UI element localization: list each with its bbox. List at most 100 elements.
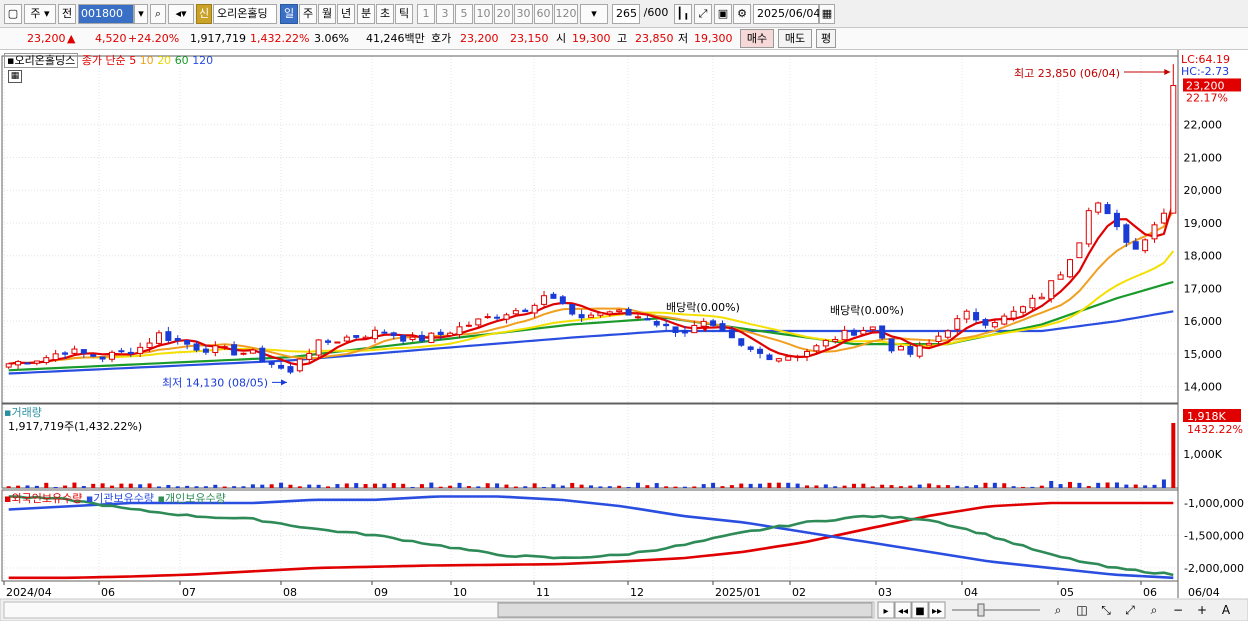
candle-body (1066, 259, 1073, 278)
volume-bar (419, 484, 424, 488)
candle-body (306, 352, 313, 360)
hc-label: HC:-2.73 (1181, 65, 1229, 78)
volume-bar (542, 486, 547, 488)
search-icon[interactable]: ⌕ (150, 4, 166, 24)
tab-tick[interactable]: 틱 (395, 4, 413, 24)
volume-bar (992, 482, 997, 488)
date-input[interactable]: 2025/06/04 (753, 4, 820, 24)
minute-1[interactable]: 1 (417, 4, 435, 24)
custom-minute-select[interactable]: ▾ (580, 4, 608, 24)
trade-amount: 41,246백만 (366, 32, 425, 45)
candle-body (1020, 306, 1027, 313)
candle-body (832, 339, 839, 342)
candle-body (804, 351, 811, 357)
volume-bar (504, 484, 509, 488)
ma5-label[interactable]: 5 (129, 54, 136, 67)
gear-icon[interactable]: ⚙ (733, 4, 751, 24)
volume-bar (44, 482, 49, 488)
price-legend: ▪오리온홀딩스 종가 단순 5 10 20 60 120 (4, 52, 213, 68)
volume-bar (945, 485, 950, 488)
candle-body (268, 361, 275, 365)
volume-bar (241, 486, 246, 488)
bottom-toolbar: ▸ ◂◂ ■ ▸▸ ⌕ ◫ ⤡ ⤢ ⌕ − + A (0, 598, 1248, 621)
individual-legend[interactable]: ▪개인보유수량 (158, 492, 226, 505)
date-tick-label: 06 (101, 586, 115, 599)
candle-body (1048, 280, 1055, 300)
chart-svg[interactable]: 2024/04 06 07 08 09 10 11 12 2025/01 02 03 04 05 06 06… (0, 50, 1248, 621)
sound-icon[interactable]: ◂▾ (168, 4, 194, 24)
minute-5[interactable]: 5 (455, 4, 473, 24)
price-tick-label: 16,000 (1184, 315, 1223, 328)
price-tick-label: 17,000 (1184, 282, 1223, 295)
volume-bar (222, 486, 227, 488)
minute-60[interactable]: 60 (534, 4, 553, 24)
candle-body (1010, 310, 1017, 319)
foreign-legend[interactable]: ▪외국인보유수량 (4, 492, 82, 505)
tab-weekly[interactable]: 주 (299, 4, 317, 24)
evaluate-button[interactable]: 평 (816, 29, 836, 48)
zoom-icon[interactable]: ⤢ (694, 4, 712, 24)
ma60-label[interactable]: 60 (175, 54, 189, 67)
buy-button[interactable]: 매수 (740, 29, 774, 48)
code-dropdown-icon[interactable]: ▾ (134, 4, 148, 24)
tab-second[interactable]: 초 (376, 4, 394, 24)
candle-body (653, 321, 660, 326)
save-icon[interactable]: ▣ (714, 4, 732, 24)
volume-bar (438, 486, 443, 488)
volume-bar (645, 485, 650, 488)
volume-bar (485, 483, 490, 488)
candle-body (62, 352, 69, 355)
market-select[interactable]: 주 ▾ (24, 4, 56, 24)
ma-label[interactable]: 종가 단순 (82, 54, 126, 67)
volume-bar (1039, 485, 1044, 488)
volume-bar (795, 483, 800, 488)
volume-bar (81, 486, 86, 488)
ma10-label[interactable]: 10 (140, 54, 154, 67)
candle-body (634, 316, 641, 319)
tab-yearly[interactable]: 년 (337, 4, 355, 24)
volume-bar (1161, 479, 1166, 488)
dividend-label-1: 배당락(0.00%) (666, 301, 740, 314)
volume-bar (1124, 484, 1129, 488)
individual-label: 개인보유수량 (164, 492, 226, 505)
last-volume-pct-label: 1432.22% (1187, 423, 1243, 436)
tab-daily[interactable]: 일 (280, 4, 298, 24)
candle-icon[interactable]: ┃╻ (674, 4, 692, 24)
candle-body (90, 354, 97, 357)
institution-legend[interactable]: ▪기관보유수량 (86, 492, 154, 505)
candle-body (240, 352, 247, 355)
minute-120[interactable]: 120 (554, 4, 578, 24)
volume-bar (326, 486, 331, 488)
stock-name-legend[interactable]: ▪오리온홀딩스 (4, 53, 79, 68)
tab-monthly[interactable]: 월 (318, 4, 336, 24)
minute-10[interactable]: 10 (474, 4, 493, 24)
volume-bar (823, 484, 828, 488)
stock-code-input[interactable]: 001800 (78, 4, 134, 24)
ma20-label[interactable]: 20 (157, 54, 171, 67)
volume-bar (466, 486, 471, 488)
volume-bar (570, 482, 575, 488)
minute-20[interactable]: 20 (494, 4, 513, 24)
volume-bar (701, 484, 706, 488)
sell-button[interactable]: 매도 (778, 29, 812, 48)
volume-bar (297, 486, 302, 488)
volume-bar (372, 483, 377, 488)
minute-3[interactable]: 3 (436, 4, 454, 24)
minute-30[interactable]: 30 (514, 4, 533, 24)
volume-bar (335, 484, 340, 488)
candle-body (841, 329, 848, 341)
candle-body (982, 319, 989, 326)
prev-button[interactable]: 전 (58, 4, 76, 24)
calendar-icon[interactable]: ▦ (819, 4, 835, 24)
volume-bar (579, 484, 584, 488)
candle-body (33, 360, 40, 364)
count-input[interactable]: 265 (612, 4, 640, 24)
table-icon[interactable]: ▦ (8, 70, 22, 83)
candle-body (465, 324, 472, 327)
candle-body (1113, 212, 1120, 228)
window-icon[interactable]: ▢ (4, 4, 22, 24)
candle-body (418, 334, 425, 342)
tab-minute[interactable]: 분 (357, 4, 375, 24)
candle-body (437, 331, 444, 336)
ma120-label[interactable]: 120 (192, 54, 213, 67)
